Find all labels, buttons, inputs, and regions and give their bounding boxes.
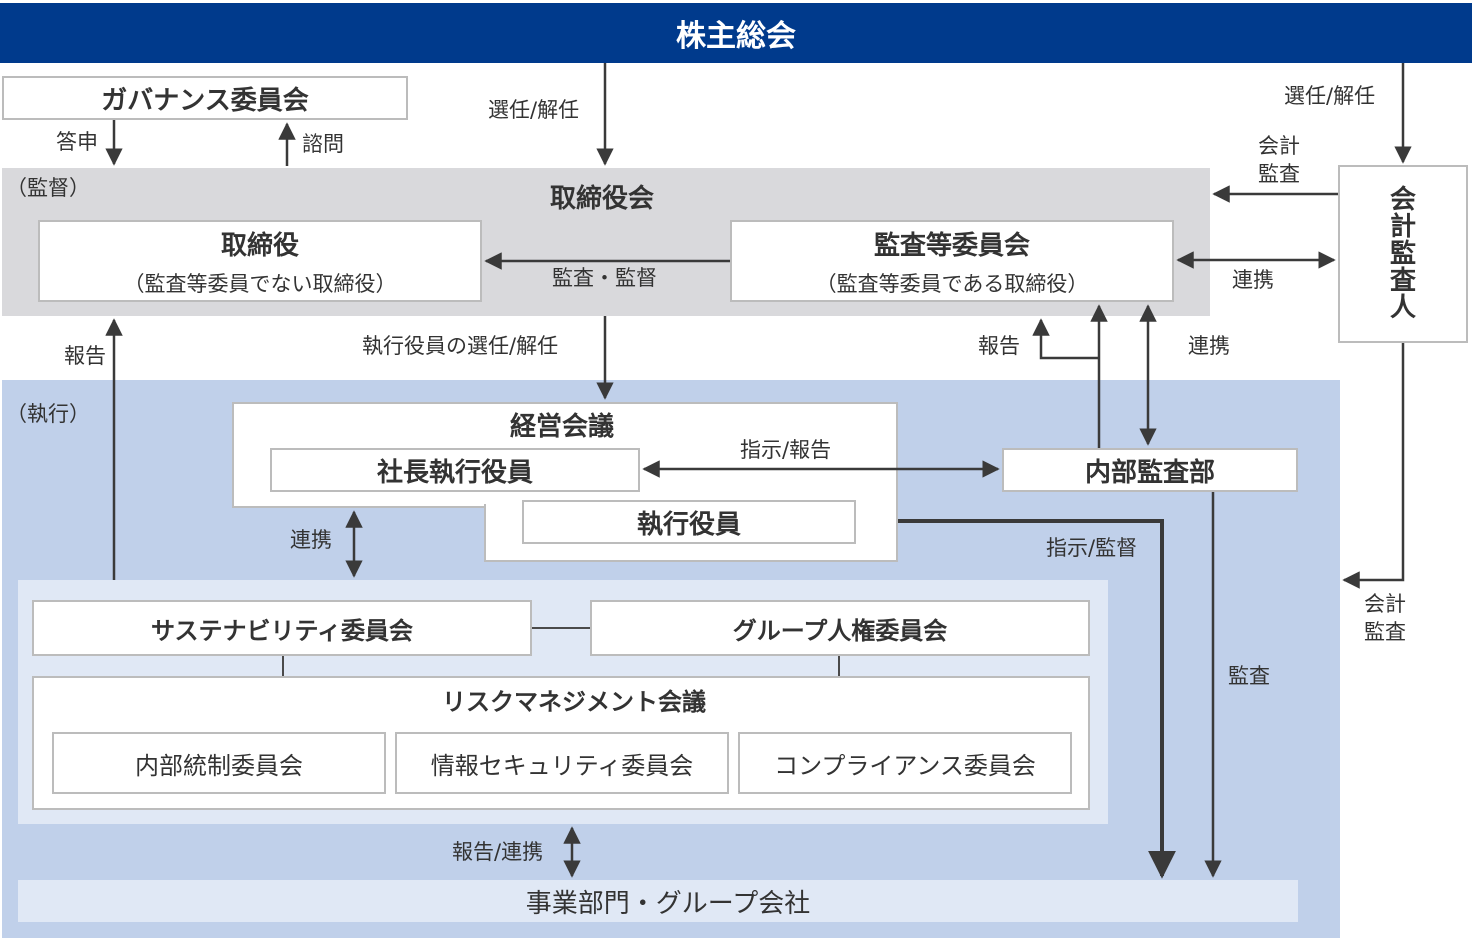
arrow-report-internal bbox=[1032, 318, 1099, 360]
arrow-accounting-audit-exec bbox=[1342, 343, 1405, 589]
arrow-instruct-supervise bbox=[898, 519, 1176, 879]
connector-layer bbox=[105, 63, 1412, 879]
